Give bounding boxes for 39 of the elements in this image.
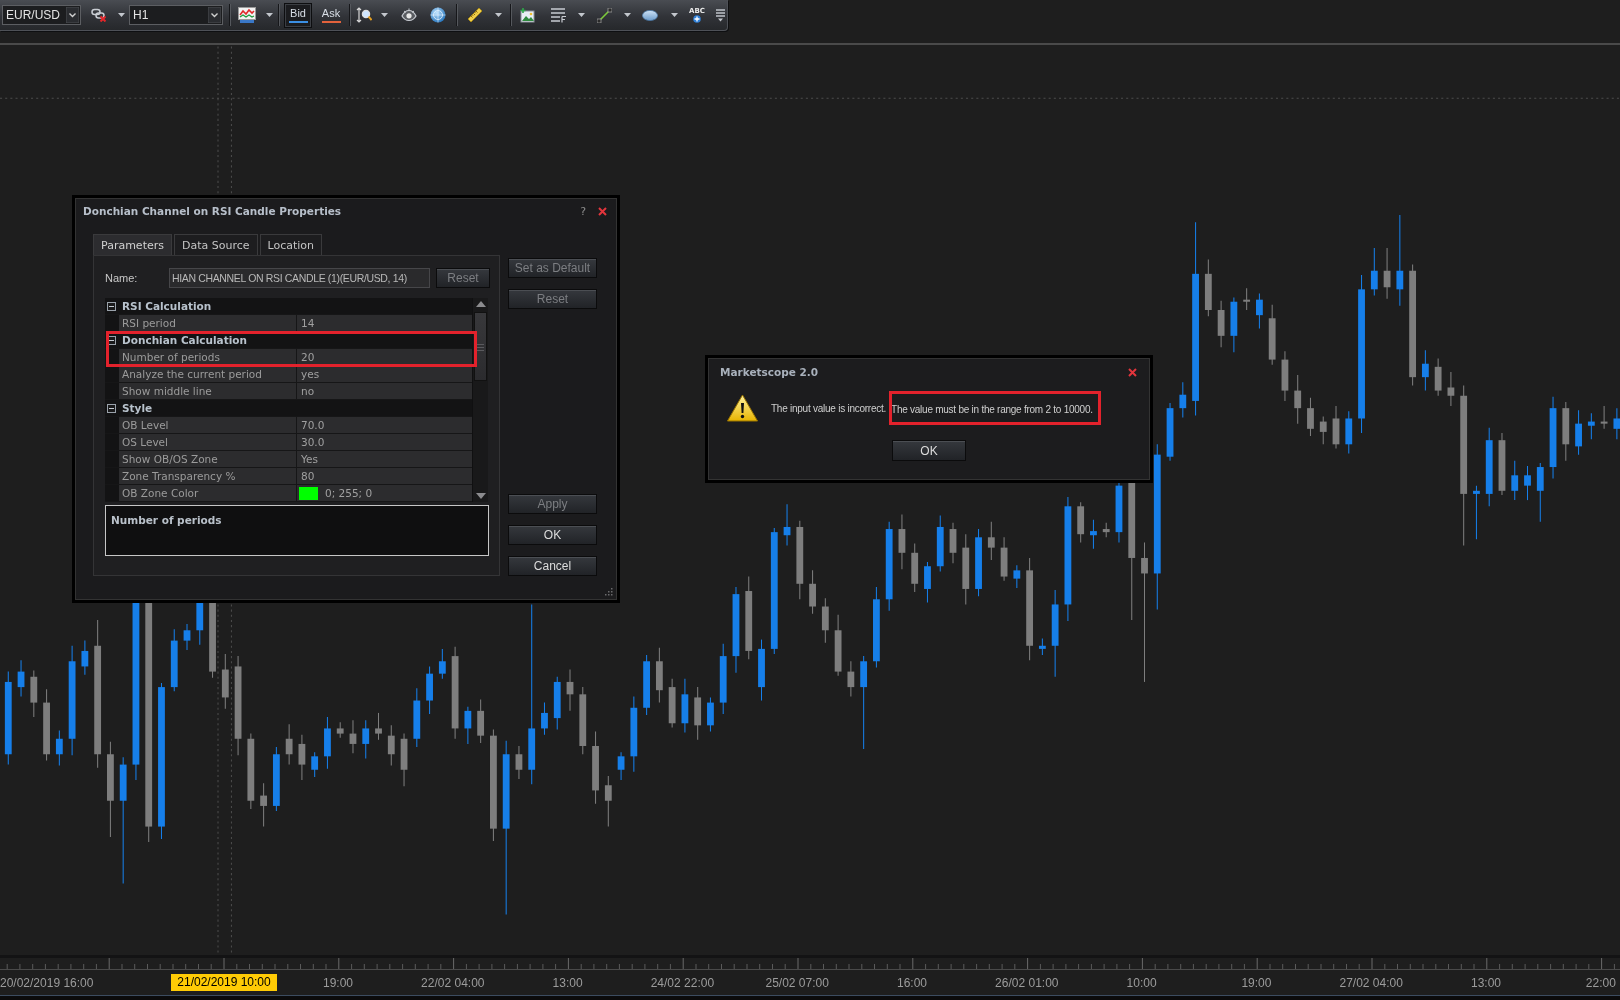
symbol-dropdown[interactable]: EUR/USD bbox=[2, 5, 81, 25]
time-label: 20/02/2019 16:00 bbox=[0, 976, 94, 990]
time-label: 24/02 22:00 bbox=[650, 976, 715, 990]
caret-icon[interactable] bbox=[266, 13, 273, 17]
zoom-icon[interactable] bbox=[356, 7, 372, 23]
eye-icon[interactable] bbox=[401, 8, 417, 22]
caret-icon[interactable] bbox=[118, 13, 125, 17]
time-label: 16:00 bbox=[897, 976, 927, 990]
time-label: 22/02 04:00 bbox=[421, 976, 485, 990]
globe-icon[interactable] bbox=[430, 7, 446, 23]
image-add-icon[interactable] bbox=[520, 7, 535, 23]
time-label: 19:00 bbox=[323, 976, 353, 990]
time-label: 26/02 01:00 bbox=[995, 976, 1059, 990]
time-label: 19:00 bbox=[1241, 976, 1272, 990]
time-label: 10:00 bbox=[1126, 976, 1157, 990]
time-label: 13:00 bbox=[1471, 976, 1501, 990]
time-label: 13:00 bbox=[552, 976, 583, 990]
price-toggle[interactable]: Bid bbox=[284, 2, 312, 28]
caret-icon[interactable] bbox=[624, 13, 631, 17]
caret-icon[interactable] bbox=[381, 13, 388, 17]
time-label: 25/02 07:00 bbox=[765, 976, 829, 990]
ruler-icon[interactable] bbox=[467, 7, 483, 23]
timeframe-dropdown[interactable]: H1 bbox=[129, 5, 223, 25]
plus-icon bbox=[693, 15, 701, 23]
caret-icon[interactable] bbox=[671, 13, 678, 17]
caret-icon[interactable] bbox=[495, 13, 502, 17]
line-icon[interactable] bbox=[597, 7, 612, 23]
time-label: 27/02 04:00 bbox=[1339, 976, 1403, 990]
unlink-icon[interactable] bbox=[91, 8, 107, 22]
crosshair-time-label: 21/02/2019 10:00 bbox=[171, 974, 277, 991]
menu-icon[interactable] bbox=[716, 8, 725, 22]
chart-icon[interactable] bbox=[238, 7, 256, 23]
caret-icon[interactable] bbox=[578, 13, 585, 17]
list-icon[interactable] bbox=[550, 7, 567, 23]
ellipse-icon[interactable] bbox=[642, 9, 658, 21]
price-toggle[interactable]: Ask bbox=[318, 2, 344, 28]
time-label: 22:00 bbox=[1585, 976, 1616, 990]
caret-icon[interactable] bbox=[208, 7, 221, 23]
caret-icon[interactable] bbox=[66, 7, 79, 23]
